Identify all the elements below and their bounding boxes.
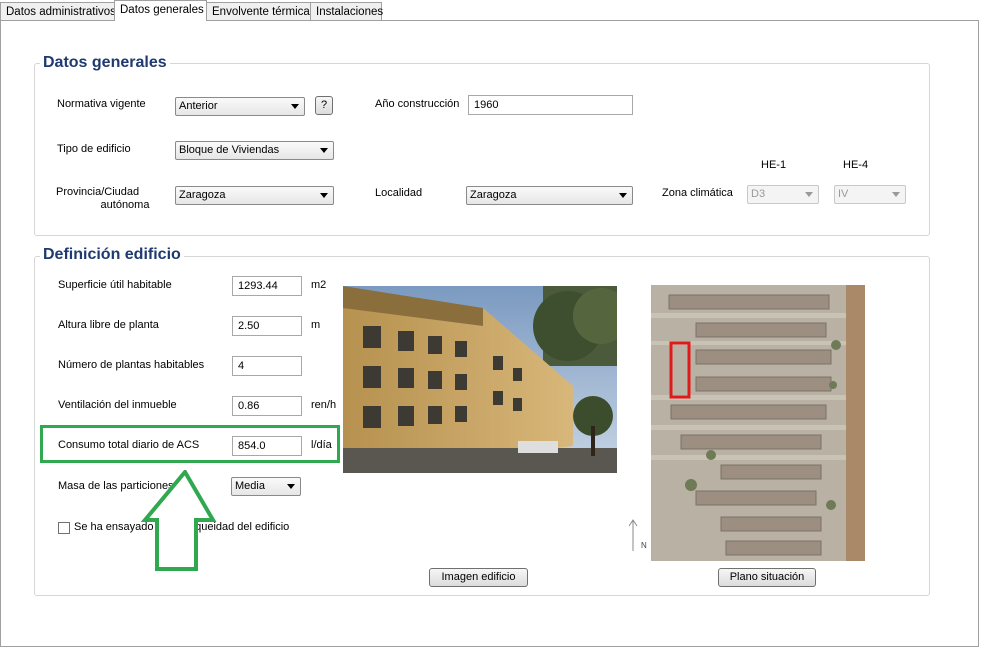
tab-bar: Datos administrativos Datos generales En… [0,0,983,22]
tipo-edificio-label: Tipo de edificio [57,143,131,155]
provincia-label-line1: Provincia/Ciudad [56,186,140,198]
tipo-edificio-select[interactable]: Bloque de Viviendas [175,141,334,160]
chevron-down-icon [320,148,328,153]
imagen-edificio-button[interactable]: Imagen edificio [429,568,528,587]
situation-map [651,285,865,561]
building-photo-image [343,286,617,473]
tipo-edificio-value: Bloque de Viviendas [179,144,280,156]
localidad-value: Zaragoza [470,189,517,201]
he4-label: HE-4 [843,159,869,171]
datos-generales-title: Datos generales [40,54,170,72]
he1-label: HE-1 [761,159,787,171]
provincia-label: Provincia/Ciudad autónoma [52,186,172,212]
tab-envolvente-termica[interactable]: Envolvente térmica [206,2,311,20]
anio-construccion-input[interactable]: 1960 [468,95,633,115]
definicion-edificio-title: Definición edificio [40,246,184,264]
plantas-label: Número de plantas habitables [58,359,205,371]
normativa-select[interactable]: Anterior [175,97,305,116]
plantas-input[interactable]: 4 [232,356,302,376]
he1-value: D3 [751,188,766,200]
north-arrow-icon [628,519,638,551]
masa-particiones-select[interactable]: Media [231,477,301,496]
plano-situacion-button[interactable]: Plano situación [718,568,816,587]
ventilacion-input[interactable]: 0.86 [232,396,302,416]
chevron-down-icon [892,192,900,197]
north-label: N [641,541,647,550]
he4-value: IV [838,188,849,200]
superficie-label: Superficie útil habitable [58,279,172,291]
chevron-down-icon [805,192,813,197]
chevron-down-icon [291,104,299,109]
he4-select[interactable]: IV [834,185,906,204]
help-button[interactable]: ? [315,96,333,115]
masa-particiones-value: Media [235,480,265,492]
superficie-input[interactable]: 1293.44 [232,276,302,296]
provincia-value: Zaragoza [179,189,226,201]
ensayado-checkbox[interactable] [58,522,70,534]
localidad-label: Localidad [375,187,423,199]
provincia-select[interactable]: Zaragoza [175,186,334,205]
altura-unit: m [311,319,321,331]
ventilacion-unit: ren/h [311,399,337,411]
superficie-unit: m2 [311,279,327,291]
tab-instalaciones[interactable]: Instalaciones [310,2,383,20]
ventilacion-label: Ventilación del inmueble [58,399,177,411]
normativa-value: Anterior [179,100,218,112]
normativa-label: Normativa vigente [57,98,146,110]
altura-label: Altura libre de planta [58,319,159,331]
zona-climatica-label: Zona climática [662,187,733,199]
altura-input[interactable]: 2.50 [232,316,302,336]
he1-select[interactable]: D3 [747,185,819,204]
chevron-down-icon [287,484,295,489]
chevron-down-icon [619,193,627,198]
tab-datos-administrativos[interactable]: Datos administrativos [0,2,116,20]
provincia-label-line2: autónoma [100,199,150,211]
anio-construccion-label: Año construcción [375,98,460,110]
highlight-box [40,425,340,463]
chevron-down-icon [320,193,328,198]
up-arrow-annotation-icon [140,470,217,571]
building-photo [343,286,617,473]
localidad-select[interactable]: Zaragoza [466,186,633,205]
situation-map-image [651,285,865,561]
tab-datos-generales[interactable]: Datos generales [114,0,207,21]
